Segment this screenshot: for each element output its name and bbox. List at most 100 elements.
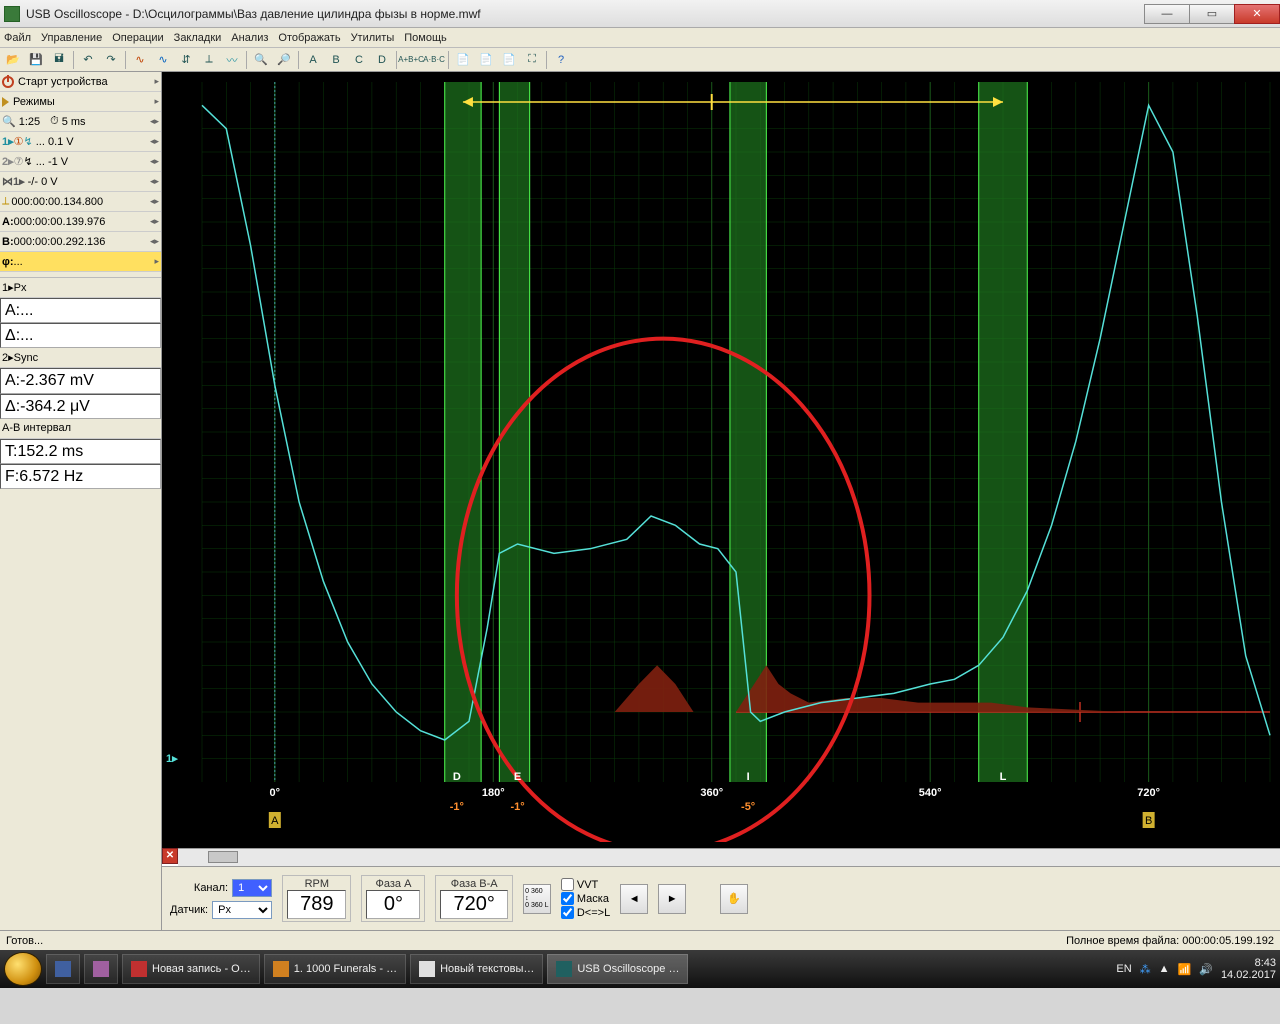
spinner-icon[interactable]: ◂▸ <box>150 176 159 187</box>
minimize-button[interactable]: — <box>1144 4 1190 24</box>
sync-header: 2▸Sync <box>0 348 161 368</box>
tool-bookmark-icon[interactable]: 📄 <box>452 50 474 70</box>
mode-icon <box>2 97 9 107</box>
spinner-icon[interactable]: ◂▸ <box>150 156 159 167</box>
tool-abc-icon[interactable]: A+B+C <box>400 50 422 70</box>
tool-save2-icon[interactable]: 🖬 <box>48 50 70 70</box>
ch1-row[interactable]: 1▸①↯ ... 0.1 V ◂▸ <box>0 132 161 152</box>
menu-bookmarks[interactable]: Закладки <box>174 32 222 44</box>
ab-interval-header: A-B интервал <box>0 419 161 439</box>
phase-a-label: Фаза A <box>376 878 412 890</box>
spinner-icon[interactable]: ◂▸ <box>150 136 159 147</box>
tool-abc2-icon[interactable]: A·B·C <box>423 50 445 70</box>
tool-undo-icon[interactable]: ↶ <box>77 50 99 70</box>
spinner-icon[interactable]: ◂▸ <box>150 236 159 247</box>
oscilloscope-plot[interactable]: AB0°180°360°540°720°D-1°E-1°I-5°L 1▸ <box>162 72 1280 848</box>
tray-volume-icon[interactable]: 🔊 <box>1199 963 1213 976</box>
start-device-button[interactable]: Старт устройства ▸ <box>0 72 161 92</box>
menu-display[interactable]: Отображать <box>278 32 340 44</box>
tool-redo-icon[interactable]: ↷ <box>100 50 122 70</box>
tray-clock[interactable]: 8:43 14.02.2017 <box>1221 957 1276 981</box>
tool-wave-icon[interactable]: 〰 <box>221 50 243 70</box>
sensor-label: Датчик: <box>170 904 208 916</box>
sidebar: Старт устройства ▸ Режимы ▸ 🔍 1:25 ⏱ 5 m… <box>0 72 162 930</box>
close-plot-button[interactable]: ✕ <box>162 848 178 864</box>
tool-d-icon[interactable]: D <box>371 50 393 70</box>
vvt-checkbox[interactable]: VVT <box>561 878 610 891</box>
tool-zoom-icon[interactable]: 🔍 <box>250 50 272 70</box>
tray-network-icon[interactable]: 📶 <box>1178 963 1192 976</box>
phase-a-readout: Фаза A 0° <box>361 875 425 922</box>
px-d-value: Δ:... <box>0 323 161 348</box>
horizontal-scrollbar[interactable] <box>178 848 1280 866</box>
tool-a-icon[interactable]: A <box>302 50 324 70</box>
scale-0-360-button[interactable]: 0 360↕0 360 L <box>523 884 551 914</box>
timebase-value: 5 ms <box>62 116 86 128</box>
spinner-icon[interactable]: ◂▸ <box>150 216 159 227</box>
tool-bookmark2-icon[interactable]: 📄 <box>475 50 497 70</box>
zoom-row[interactable]: 🔍 1:25 ⏱ 5 ms ◂▸ <box>0 112 161 132</box>
menu-utilities[interactable]: Утилиты <box>351 32 395 44</box>
close-button[interactable]: ✕ <box>1234 4 1280 24</box>
b-time-row[interactable]: B:000:00:00.292.136 ◂▸ <box>0 232 161 252</box>
channel-select[interactable]: 1 <box>232 879 272 897</box>
tool-ruler-icon[interactable]: ⟂ <box>198 50 220 70</box>
modes-label: Режимы <box>13 96 55 108</box>
phi-row[interactable]: φ:... ▸ <box>0 252 161 272</box>
svg-text:A: A <box>271 815 279 827</box>
svg-text:I: I <box>747 771 750 783</box>
ch1-value: ... 0.1 V <box>36 136 74 148</box>
tool-measure-icon[interactable]: ⇵ <box>175 50 197 70</box>
tray-bluetooth-icon[interactable]: ⁂ <box>1140 963 1151 976</box>
main-area: Старт устройства ▸ Режимы ▸ 🔍 1:25 ⏱ 5 m… <box>0 72 1280 930</box>
m1-row[interactable]: ⋈1▸ -/- 0 V ◂▸ <box>0 172 161 192</box>
nav-next-button[interactable]: ► <box>658 884 686 914</box>
modes-button[interactable]: Режимы ▸ <box>0 92 161 112</box>
spinner-icon[interactable]: ◂▸ <box>150 116 159 127</box>
menu-bar: Файл Управление Операции Закладки Анализ… <box>0 28 1280 48</box>
taskbar-item-0[interactable]: Новая запись - O… <box>122 954 260 984</box>
tray-up-icon[interactable]: ▲ <box>1159 963 1170 975</box>
tool-help-icon[interactable]: ? <box>550 50 572 70</box>
tool-c-icon[interactable]: C <box>348 50 370 70</box>
start-button[interactable] <box>4 952 42 986</box>
channel-label: Канал: <box>194 882 228 894</box>
tool-open-icon[interactable]: 📂 <box>2 50 24 70</box>
tool-b-icon[interactable]: B <box>325 50 347 70</box>
spinner-icon[interactable]: ◂▸ <box>150 196 159 207</box>
tool-bookmark3-icon[interactable]: 📄 <box>498 50 520 70</box>
tool-expand-icon[interactable]: ⛶ <box>521 50 543 70</box>
nav-prev-button[interactable]: ◄ <box>620 884 648 914</box>
power-icon <box>2 76 14 88</box>
tray-lang[interactable]: EN <box>1116 963 1131 975</box>
app-icon <box>4 6 20 22</box>
scrollbar-thumb[interactable] <box>208 851 238 863</box>
menu-analysis[interactable]: Анализ <box>231 32 268 44</box>
cursor-time-value: 000:00:00.134.800 <box>11 196 103 208</box>
a-time-row[interactable]: A:000:00:00.139.976 ◂▸ <box>0 212 161 232</box>
maximize-button[interactable]: ▭ <box>1189 4 1235 24</box>
mask-checkbox[interactable]: Маска <box>561 892 610 905</box>
tool-probe1-icon[interactable]: ∿ <box>129 50 151 70</box>
tool-probe2-icon[interactable]: ∿ <box>152 50 174 70</box>
sync-d-value: Δ:-364.2 μV <box>0 394 161 419</box>
ch2-row[interactable]: 2▸⑦↯ ... -1 V ◂▸ <box>0 152 161 172</box>
menu-operations[interactable]: Операции <box>112 32 163 44</box>
dl-checkbox[interactable]: D<=>L <box>561 906 610 919</box>
tool-save-icon[interactable]: 💾 <box>25 50 47 70</box>
menu-file[interactable]: Файл <box>4 32 31 44</box>
svg-text:0°: 0° <box>270 787 281 799</box>
tool-zoom2-icon[interactable]: 🔎 <box>273 50 295 70</box>
menu-control[interactable]: Управление <box>41 32 102 44</box>
svg-text:L: L <box>1000 771 1007 783</box>
taskbar-pinned2[interactable] <box>84 954 118 984</box>
taskbar-item-3[interactable]: USB Oscilloscope … <box>547 954 688 984</box>
hand-tool-button[interactable]: ✋ <box>720 884 748 914</box>
cursor-time-row[interactable]: ⟂ 000:00:00.134.800 ◂▸ <box>0 192 161 212</box>
menu-help[interactable]: Помощь <box>404 32 447 44</box>
chevron-right-icon: ▸ <box>154 256 159 267</box>
taskbar-item-2[interactable]: Новый текстовы… <box>410 954 543 984</box>
taskbar-item-1[interactable]: 1. 1000 Funerals - … <box>264 954 406 984</box>
sensor-select[interactable]: Px <box>212 901 272 919</box>
taskbar-pinned1[interactable] <box>46 954 80 984</box>
